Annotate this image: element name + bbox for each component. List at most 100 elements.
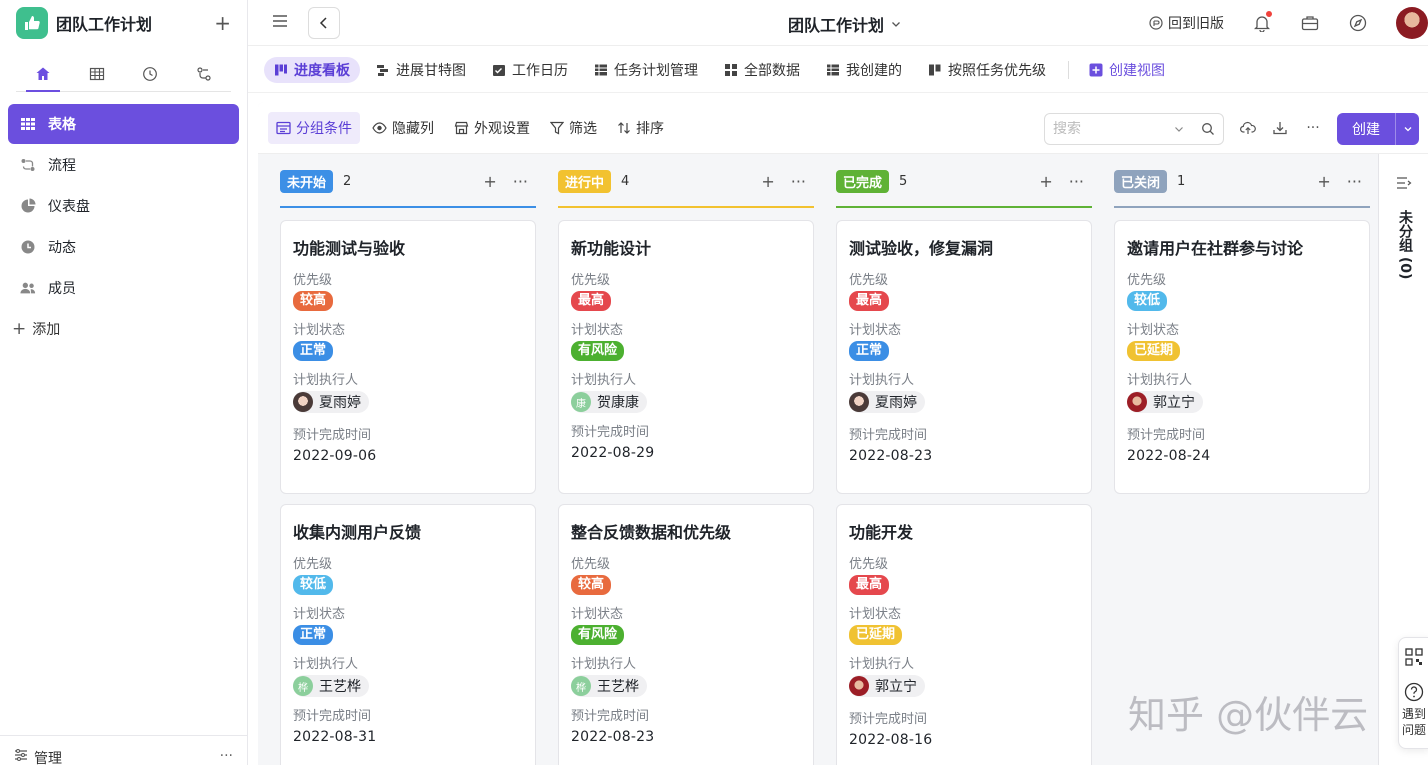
status-tag: 正常 [293, 625, 334, 645]
task-card[interactable]: 测试验收，修复漏洞 优先级 最高 计划状态 正常 计划执行人 夏雨婷 预计完成时间 2022-0… [836, 220, 1092, 494]
task-card[interactable]: 邀请用户在社群参与讨论 优先级 较低 计划状态 已延期 计划执行人 郭立宁 预计完成时间 202… [1114, 220, 1370, 494]
status-label: 计划状态 [571, 323, 624, 338]
filter-icon [550, 121, 564, 135]
calendar-icon [492, 63, 506, 77]
hide-columns-button[interactable]: 隐藏列 [364, 112, 442, 144]
tab-recent[interactable] [124, 56, 178, 91]
page-title[interactable]: 团队工作计划 [788, 12, 902, 36]
create-view-button[interactable]: 创建视图 [1079, 57, 1175, 83]
tab-home[interactable] [16, 56, 70, 92]
plus-icon: + [12, 319, 27, 339]
sidebar-item-dashboard[interactable]: 仪表盘 [8, 186, 239, 226]
sort-button[interactable]: 排序 [609, 112, 672, 144]
priority-tag: 最高 [571, 291, 612, 311]
kanban-icon [928, 63, 942, 77]
toolbar: 分组条件 隐藏列 外观设置 筛选 排序 ··· [258, 102, 1428, 154]
sidebar-add-button[interactable]: + 添加 [0, 309, 247, 349]
search-input[interactable] [1053, 121, 1173, 137]
briefcase-icon[interactable] [1300, 13, 1320, 33]
tab-gantt[interactable]: 进展甘特图 [366, 57, 476, 83]
create-button[interactable]: 创建 [1337, 113, 1419, 145]
tab-created-by-me[interactable]: 我创建的 [816, 57, 912, 83]
assignee-avatar [1127, 392, 1147, 412]
back-button[interactable] [308, 6, 340, 39]
bell-icon[interactable] [1252, 11, 1272, 33]
priority-label: 优先级 [571, 273, 611, 288]
add-card-icon[interactable]: + [1039, 172, 1052, 191]
group-by-button[interactable]: 分组条件 [268, 111, 360, 144]
add-app-button[interactable]: + [214, 11, 231, 35]
task-card[interactable]: 新功能设计 优先级 最高 计划状态 有风险 计划执行人康贺康康 预计完成时间 2022-08-… [558, 220, 814, 494]
qr-code-icon[interactable] [1405, 648, 1423, 666]
tab-all-data[interactable]: 全部数据 [714, 57, 810, 83]
due-date: 2022-09-06 [293, 448, 377, 464]
sidebar-item-label: 表格 [48, 117, 76, 133]
upload-icon[interactable] [1238, 118, 1258, 138]
chevron-down-icon[interactable] [1173, 123, 1185, 135]
assignee-avatar: 康 [571, 392, 591, 412]
status-label: 计划状态 [849, 323, 902, 338]
more-icon[interactable]: ··· [791, 172, 806, 191]
add-card-icon[interactable]: + [761, 172, 774, 191]
more-icon[interactable]: ··· [1303, 118, 1323, 138]
status-tag: 已延期 [849, 625, 903, 645]
sidebar-footer: 管理 ··· [0, 735, 247, 765]
tab-calendar[interactable]: 工作日历 [482, 57, 578, 83]
priority-tag: 较低 [293, 575, 334, 595]
more-icon[interactable]: ··· [513, 172, 528, 191]
more-icon[interactable]: ··· [1069, 172, 1084, 191]
assignee-avatar [849, 392, 869, 412]
task-card[interactable]: 功能测试与验收 优先级 较高 计划状态 正常 计划执行人 夏雨婷 预计完成时间 2022-09-… [280, 220, 536, 494]
priority-tag: 较高 [293, 291, 334, 311]
column-status-pill: 进行中 [558, 169, 612, 193]
user-avatar[interactable] [1396, 7, 1428, 39]
table-icon [826, 63, 840, 77]
assignee-avatar [293, 392, 313, 412]
tab-by-priority[interactable]: 按照任务优先级 [918, 57, 1056, 83]
workflow-icon [197, 66, 211, 81]
chevron-down-icon[interactable] [1395, 113, 1419, 145]
kanban-column: 已完成 5 + ··· 测试验收，修复漏洞 优先级 最高 计划状态 正常 计划执行人 夏雨婷 预计完成… [824, 154, 1092, 765]
task-card[interactable]: 功能开发 优先级 最高 计划状态 已延期 计划执行人 郭立宁 预计完成时间 2022-08-16 [836, 504, 1092, 765]
compass-icon[interactable] [1348, 13, 1368, 33]
column-header: 未开始 2 + ··· [268, 154, 536, 208]
sidebar-item-table[interactable]: 表格 [8, 104, 239, 144]
more-icon[interactable]: ··· [220, 748, 233, 764]
status-tag: 有风险 [571, 625, 625, 645]
priority-tag: 最高 [849, 575, 890, 595]
top-right-actions: 回到旧版 [1149, 0, 1428, 46]
help-icon[interactable] [1404, 682, 1424, 702]
add-card-icon[interactable]: + [1317, 172, 1330, 191]
task-card[interactable]: 收集内测用户反馈 优先级 较低 计划状态 正常 计划执行人桦王艺桦 预计完成时间 2022-0… [280, 504, 536, 765]
kanban-board: 未开始 2 + ··· 功能测试与验收 优先级 较高 计划状态 正常 计划执行人 夏雨婷 预计完成时间… [268, 154, 1378, 765]
menu-icon[interactable] [272, 14, 288, 31]
priority-label: 优先级 [849, 557, 889, 572]
task-card[interactable]: 整合反馈数据和优先级 优先级 较高 计划状态 有风险 计划执行人桦王艺桦 预计完成时间 202… [558, 504, 814, 765]
eye-icon [372, 121, 387, 134]
sidebar-item-members[interactable]: 成员 [8, 268, 239, 308]
collapse-list-icon[interactable] [1396, 176, 1412, 190]
help-panel[interactable]: 遇到问题 [1398, 637, 1428, 749]
filter-button[interactable]: 筛选 [542, 112, 605, 144]
tab-workflow[interactable] [177, 56, 231, 91]
assignee-chip: 桦王艺桦 [293, 675, 369, 697]
group-icon [276, 121, 291, 135]
kanban-column: 已关闭 1 + ··· 邀请用户在社群参与讨论 优先级 较低 计划状态 已延期 计划执行人 郭立宁预… [1102, 154, 1370, 494]
sidebar-item-flow[interactable]: 流程 [8, 145, 239, 185]
add-card-icon[interactable]: + [483, 172, 496, 191]
appearance-button[interactable]: 外观设置 [446, 112, 538, 144]
priority-tag: 较高 [571, 575, 612, 595]
manage-button[interactable]: 管理 [34, 748, 62, 765]
search-icon[interactable] [1201, 122, 1215, 136]
sidebar-item-activity[interactable]: 动态 [8, 227, 239, 267]
old-version-button[interactable]: 回到旧版 [1149, 13, 1224, 33]
download-icon[interactable] [1270, 118, 1290, 138]
priority-label: 优先级 [1127, 273, 1167, 288]
grid-icon [724, 63, 738, 77]
status-tag: 正常 [293, 341, 334, 361]
plus-square-icon [1089, 63, 1103, 77]
tab-kanban[interactable]: 进度看板 [264, 56, 360, 83]
more-icon[interactable]: ··· [1347, 172, 1362, 191]
tab-task-plan[interactable]: 任务计划管理 [584, 57, 708, 83]
tab-table[interactable] [70, 56, 124, 91]
